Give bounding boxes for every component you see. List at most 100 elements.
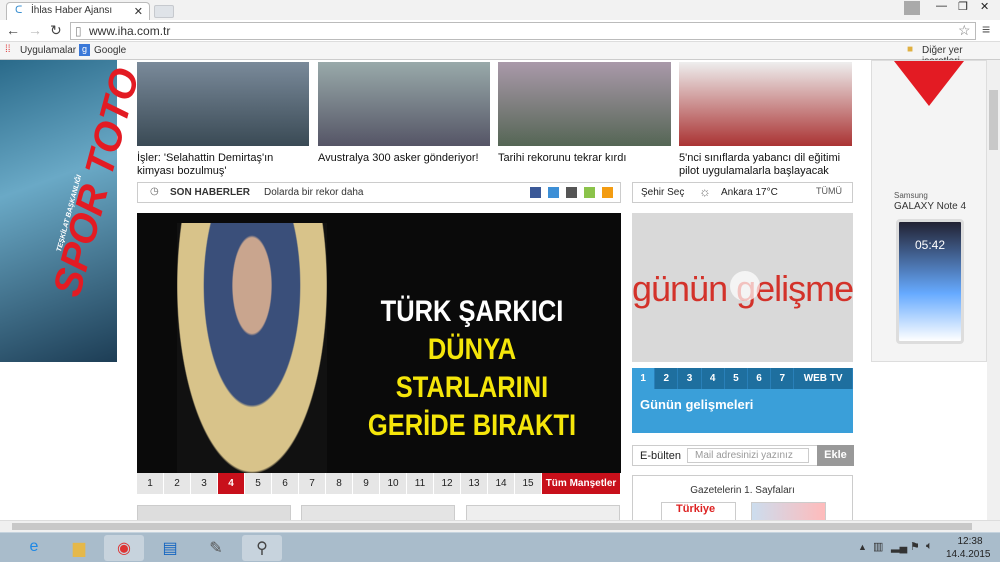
page-12[interactable]: 12 xyxy=(434,473,461,494)
page-1[interactable]: 1 xyxy=(137,473,164,494)
video-tab-2[interactable]: 2 xyxy=(655,368,679,389)
twitter-icon[interactable] xyxy=(548,187,559,198)
web-page: SPOR TOTO TEŞKİLAT BAŞKANLIĞI Samsung GAL… xyxy=(0,60,987,520)
video-tab-3[interactable]: 3 xyxy=(678,368,702,389)
page-6[interactable]: 6 xyxy=(272,473,299,494)
bottom-thumb[interactable] xyxy=(466,505,620,520)
close-tab-icon[interactable]: ✕ xyxy=(134,5,143,18)
all-headlines-button[interactable]: Tüm Manşetler xyxy=(542,473,621,494)
video-tab-7[interactable]: 7 xyxy=(771,368,795,389)
horizontal-scrollbar[interactable] xyxy=(0,520,1000,532)
reload-icon[interactable]: ↻ xyxy=(50,22,62,39)
network-icon[interactable]: ▥ xyxy=(873,540,883,553)
rss-icon[interactable] xyxy=(602,187,613,198)
play-icon[interactable] xyxy=(730,271,760,301)
file-explorer-icon[interactable]: ▆ xyxy=(59,535,99,561)
newspaper-thumb[interactable]: Türkiye xyxy=(661,502,736,520)
news-thumb-1[interactable] xyxy=(137,62,309,146)
apple-icon[interactable] xyxy=(566,187,577,198)
video-tab-1[interactable]: 1 xyxy=(632,368,656,389)
weather-all-link[interactable]: TÜMÜ xyxy=(816,186,842,196)
facebook-icon[interactable] xyxy=(530,187,541,198)
maps-icon[interactable]: ▤ xyxy=(150,535,190,561)
internet-explorer-icon[interactable]: e xyxy=(14,535,54,561)
forward-icon[interactable]: → xyxy=(28,22,42,38)
back-icon[interactable]: ← xyxy=(6,22,20,38)
tray-expand-icon[interactable]: ▲ xyxy=(858,542,867,552)
ad-brand-samsung: Samsung xyxy=(894,191,928,200)
bottom-thumb[interactable] xyxy=(137,505,291,520)
new-tab-button[interactable] xyxy=(154,5,174,18)
page-10[interactable]: 10 xyxy=(380,473,407,494)
tab-title: İhlas Haber Ajansı xyxy=(31,5,113,16)
maximize-button[interactable]: ❐ xyxy=(958,0,968,13)
video-tab-6[interactable]: 6 xyxy=(748,368,772,389)
page-3[interactable]: 3 xyxy=(191,473,218,494)
spor-toto-ad[interactable]: SPOR TOTO TEŞKİLAT BAŞKANLIĞI xyxy=(0,60,148,362)
vertical-scrollbar[interactable] xyxy=(987,60,1000,520)
newspaper-thumb[interactable] xyxy=(751,502,826,520)
page-13[interactable]: 13 xyxy=(461,473,488,494)
menu-icon[interactable]: ≡ xyxy=(982,21,990,37)
bottom-thumb[interactable] xyxy=(301,505,455,520)
page-15[interactable]: 15 xyxy=(515,473,542,494)
signal-icon[interactable]: ▂▄ xyxy=(891,540,907,553)
page-8[interactable]: 8 xyxy=(326,473,353,494)
page-7[interactable]: 7 xyxy=(299,473,326,494)
samsung-ad[interactable]: Samsung GALAXY Note 4 05:42 xyxy=(871,60,987,362)
video-tab-webtv[interactable]: WEB TV xyxy=(794,368,853,389)
page-11[interactable]: 11 xyxy=(407,473,434,494)
video-title[interactable]: Günün gelişmeleri xyxy=(632,389,853,433)
newsletter-submit-button[interactable]: Ekle xyxy=(817,445,854,466)
news-caption[interactable]: Avustralya 300 asker gönderiyor! xyxy=(318,152,493,165)
newsletter-box: E-bülten Mail adresinizi yazınız Ekle xyxy=(632,445,854,466)
news-caption[interactable]: 5'nci sınıflarda yabancı dil eğitimi pil… xyxy=(679,152,854,178)
flag-icon[interactable]: ⚑ xyxy=(910,540,920,553)
news-thumb-2[interactable] xyxy=(318,62,490,146)
apps-icon: ⁞⁞ xyxy=(5,44,11,55)
page-9[interactable]: 9 xyxy=(353,473,380,494)
volume-icon[interactable]: 🔈︎ xyxy=(926,540,933,553)
news-caption[interactable]: İşler: 'Selahattin Demirtaş'ın kimyası b… xyxy=(137,152,312,178)
video-player[interactable]: günün gelişmeleri xyxy=(632,213,853,362)
city-select[interactable]: Şehir Seç xyxy=(641,187,684,198)
page-2[interactable]: 2 xyxy=(164,473,191,494)
clock-date[interactable]: 14.4.2015 xyxy=(946,549,991,560)
minimize-button[interactable]: — xyxy=(936,0,947,12)
bookmark-google[interactable]: Google xyxy=(94,45,126,56)
news-thumb-3[interactable] xyxy=(498,62,671,146)
bookmark-star-icon[interactable]: ☆ xyxy=(958,22,971,39)
bookmark-apps[interactable]: Uygulamalar xyxy=(20,45,76,56)
slider-image xyxy=(177,223,327,473)
google-icon: g xyxy=(79,44,90,56)
browser-tab[interactable]: ᑕ İhlas Haber Ajansı ✕ xyxy=(6,2,150,20)
tab-bar: ᑕ İhlas Haber Ajansı ✕ — ❐ ✕ xyxy=(0,0,1000,20)
android-icon[interactable] xyxy=(584,187,595,198)
weather-icon: ☼ xyxy=(699,184,711,199)
video-tab-4[interactable]: 4 xyxy=(702,368,725,389)
page-4-active[interactable]: 4 xyxy=(218,473,245,494)
son-haberler-headline[interactable]: Dolarda bir rekor daha xyxy=(264,187,364,198)
son-haberler-label: SON HABERLER xyxy=(170,187,251,198)
vertical-scroll-thumb[interactable] xyxy=(989,90,998,150)
newsletter-email-input[interactable]: Mail adresinizi yazınız xyxy=(687,448,809,463)
ad-brand: SPOR TOTO xyxy=(45,63,149,302)
news-thumb-4[interactable] xyxy=(679,62,852,146)
page-5[interactable]: 5 xyxy=(245,473,272,494)
ad-phone: 05:42 xyxy=(896,219,964,344)
vodafone-logo xyxy=(894,61,964,106)
page-14[interactable]: 14 xyxy=(488,473,515,494)
close-window-button[interactable]: ✕ xyxy=(980,0,989,13)
video-tab-5[interactable]: 5 xyxy=(725,368,748,389)
chrome-icon[interactable]: ◉ xyxy=(104,535,144,561)
horizontal-scroll-thumb[interactable] xyxy=(12,523,972,530)
headline-slider[interactable]: TÜRK ŞARKICI DÜNYA STARLARINI GERİDE BIR… xyxy=(137,213,621,473)
gimp-icon[interactable]: ✎ xyxy=(196,535,236,561)
url-input[interactable]: ▯ www.iha.com.tr xyxy=(70,22,976,40)
clock-time[interactable]: 12:38 xyxy=(952,536,988,547)
son-haberler-bar: ◷ SON HABERLER Dolarda bir rekor daha xyxy=(137,182,621,203)
site-favicon-icon: ᑕ xyxy=(15,5,23,16)
news-caption[interactable]: Tarihi rekorunu tekrar kırdı xyxy=(498,152,673,165)
search-tool-icon[interactable]: ⚲ xyxy=(242,535,282,561)
user-icon[interactable] xyxy=(904,1,920,15)
